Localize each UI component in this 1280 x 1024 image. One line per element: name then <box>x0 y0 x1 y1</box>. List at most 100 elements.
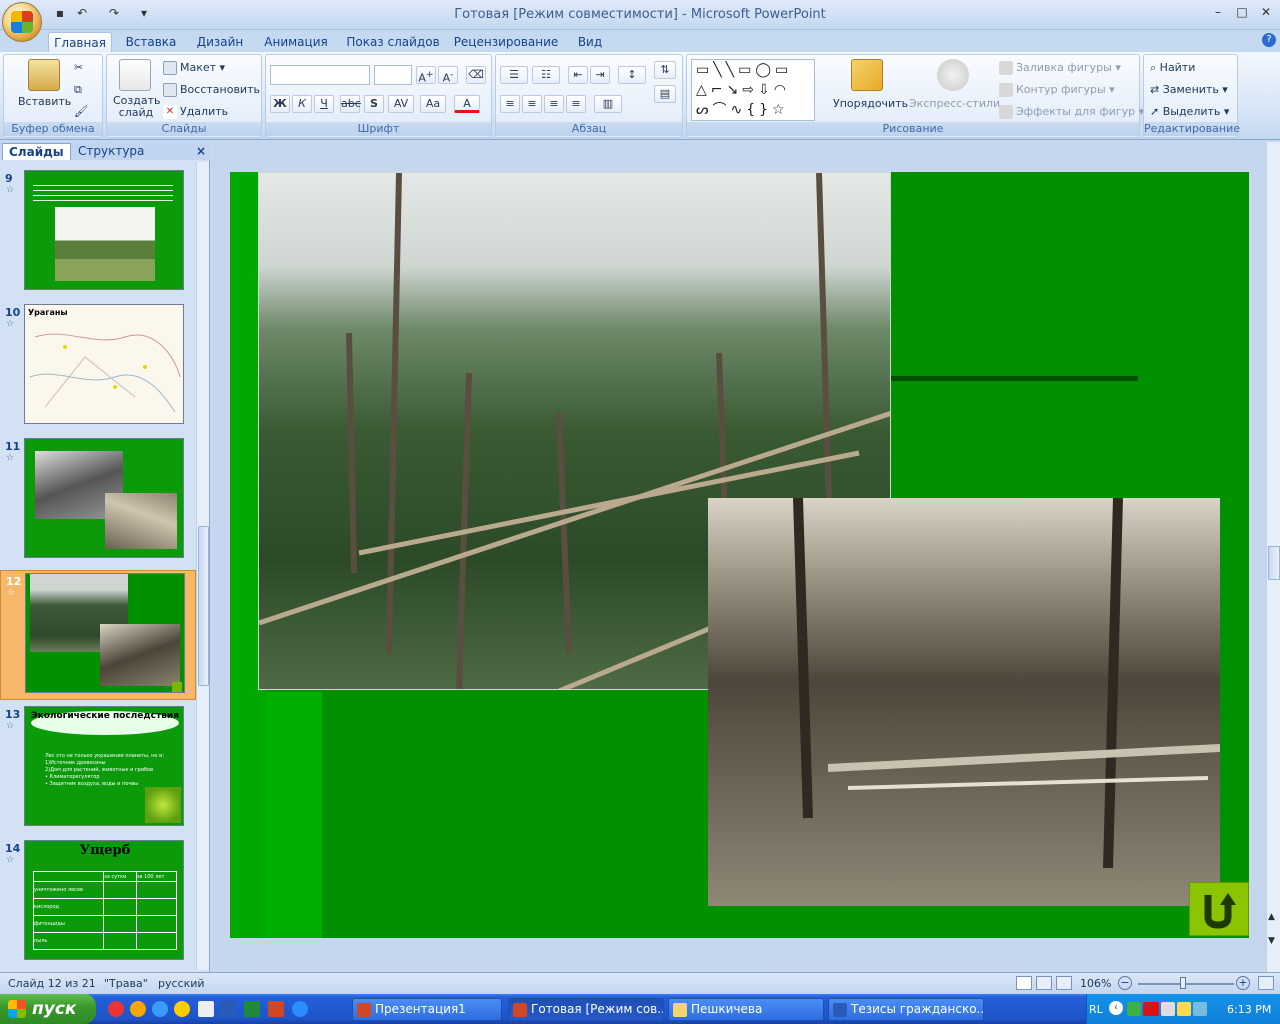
clock[interactable]: 6:13 PM <box>1227 1003 1271 1016</box>
volume-icon[interactable] <box>1177 1002 1191 1016</box>
undo-icon[interactable]: ↶ <box>74 5 90 21</box>
taskbar-item-folder[interactable]: Пешкичева <box>668 998 824 1021</box>
underline-button[interactable]: Ч <box>314 95 334 113</box>
zoom-slider[interactable] <box>1138 983 1234 985</box>
taskbar-item-gotovaya[interactable]: Готовая [Режим сов... <box>508 998 664 1021</box>
language-indicator[interactable]: русский <box>158 977 205 990</box>
zoom-level[interactable]: 106% <box>1080 977 1111 990</box>
reset-button[interactable]: Восстановить <box>163 83 260 97</box>
change-case-button[interactable]: Aa <box>420 95 446 113</box>
align-center-icon[interactable]: ≡ <box>522 95 542 113</box>
pane-close-icon[interactable]: × <box>190 143 212 160</box>
justify-icon[interactable]: ≡ <box>566 95 586 113</box>
align-right-icon[interactable]: ≡ <box>544 95 564 113</box>
bullets-icon[interactable]: ☰ <box>500 66 528 84</box>
tab-slideshow[interactable]: Показ слайдов <box>344 32 442 52</box>
format-painter-icon[interactable]: 🖌 <box>74 105 88 118</box>
grow-font-icon[interactable]: A+ <box>416 66 436 85</box>
clear-format-icon[interactable]: ⌫ <box>466 66 486 84</box>
quick-styles-button[interactable]: Экспресс-стили <box>909 97 1000 110</box>
select-button[interactable]: ➚ Выделить ▾ <box>1150 105 1229 118</box>
slide-thumbnail-11[interactable]: 11 ☆ <box>0 436 196 566</box>
arrange-button[interactable]: Упорядочить <box>833 97 908 110</box>
zoom-slider-handle[interactable] <box>1180 977 1186 989</box>
taskbar-item-presentation1[interactable]: Презентация1 <box>352 998 502 1021</box>
slide-thumbnail-10[interactable]: 10 ☆ Ураганы <box>0 302 196 432</box>
increase-indent-icon[interactable]: ⇥ <box>590 66 610 84</box>
slide-thumbnail-13[interactable]: 13 ☆ Экологические последствия Лес это н… <box>0 704 196 834</box>
normal-view-icon[interactable] <box>1016 976 1032 990</box>
ie-icon[interactable] <box>152 1001 168 1017</box>
align-text-icon[interactable]: ▤ <box>654 85 676 103</box>
tab-outline[interactable]: Структура <box>72 143 150 160</box>
zoom-in-icon[interactable]: + <box>1236 976 1250 990</box>
slideshow-view-icon[interactable] <box>1056 976 1072 990</box>
delete-slide-button[interactable]: ✕ Удалить <box>163 105 228 119</box>
return-action-button[interactable] <box>1189 882 1249 936</box>
copy-icon[interactable]: ⧉ <box>74 83 82 97</box>
player-icon[interactable] <box>292 1001 308 1017</box>
redo-icon[interactable]: ↷ <box>106 5 122 21</box>
layout-button[interactable]: Макет ▾ <box>163 61 225 75</box>
save-icon[interactable]: ▪ <box>52 5 68 21</box>
shrink-font-icon[interactable]: A- <box>438 66 458 85</box>
tab-review[interactable]: Рецензирование <box>452 32 560 52</box>
desktop-icon[interactable] <box>198 1001 214 1017</box>
slide-thumbnail-9[interactable]: 9 ☆ <box>0 168 196 298</box>
fit-to-window-icon[interactable] <box>1258 976 1274 990</box>
tab-home[interactable]: Главная <box>48 32 112 52</box>
line-spacing-icon[interactable]: ↕ <box>618 66 646 84</box>
font-name-input[interactable] <box>270 65 370 85</box>
office-button[interactable] <box>2 2 42 42</box>
maximize-icon[interactable]: □ <box>1232 5 1252 21</box>
scrollbar-thumb[interactable] <box>198 526 209 686</box>
columns-icon[interactable]: ▥ <box>594 95 622 113</box>
taskbar-item-theses[interactable]: Тезисы гражданско... <box>828 998 984 1021</box>
strike-button[interactable]: abc <box>340 95 361 113</box>
cut-icon[interactable]: ✂ <box>74 61 83 74</box>
slide-thumbnail-12[interactable]: 12 ☆ <box>0 570 196 700</box>
tab-view[interactable]: Вид <box>570 32 610 52</box>
shape-effects-button[interactable]: Эффекты для фигур ▾ <box>999 105 1144 119</box>
next-slide-icon[interactable]: ▼ <box>1268 936 1275 946</box>
slide-thumbnail-14[interactable]: 14 ☆ Ущерб за сутки за 100 лет уничтожен… <box>0 838 196 968</box>
close-icon[interactable]: ✕ <box>1256 5 1276 21</box>
tab-design[interactable]: Дизайн <box>192 32 248 52</box>
tab-animation[interactable]: Анимация <box>258 32 334 52</box>
network-icon[interactable] <box>1161 1002 1175 1016</box>
tray-app-icon[interactable] <box>1127 1002 1141 1016</box>
media-icon[interactable] <box>174 1001 190 1017</box>
start-button[interactable]: пуск <box>0 994 96 1024</box>
shape-outline-button[interactable]: Контур фигуры ▾ <box>999 83 1115 97</box>
slides-pane-scrollbar[interactable] <box>196 162 209 970</box>
editor-scrollbar[interactable]: ▲ ▼ <box>1266 142 1280 972</box>
editor-scrollbar-thumb[interactable] <box>1268 546 1280 580</box>
current-slide[interactable] <box>230 172 1249 938</box>
prev-slide-icon[interactable]: ▲ <box>1268 912 1275 922</box>
new-slide-button[interactable]: Создать слайд <box>113 95 161 119</box>
tray-expand-icon[interactable]: ‹ <box>1109 1001 1123 1015</box>
shape-fill-button[interactable]: Заливка фигуры ▾ <box>999 61 1121 75</box>
decrease-indent-icon[interactable]: ⇤ <box>568 66 588 84</box>
tab-slides[interactable]: Слайды <box>2 143 71 160</box>
quicklaunch-icon[interactable] <box>130 1001 146 1017</box>
italic-button[interactable]: К <box>292 95 312 113</box>
align-left-icon[interactable]: ≡ <box>500 95 520 113</box>
bw-fallen-trees-photo[interactable] <box>708 498 1220 906</box>
find-button[interactable]: ⌕ Найти <box>1150 61 1195 75</box>
minimize-icon[interactable]: – <box>1208 5 1228 21</box>
font-color-button[interactable]: A <box>454 95 480 113</box>
ati-icon[interactable] <box>1143 1002 1159 1016</box>
numbering-icon[interactable]: ☷ <box>532 66 560 84</box>
powerpoint-icon[interactable] <box>268 1001 284 1017</box>
opera-icon[interactable] <box>108 1001 124 1017</box>
excel-icon[interactable] <box>244 1001 260 1017</box>
char-spacing-button[interactable]: AV <box>388 95 414 113</box>
text-direction-icon[interactable]: ⇅ <box>654 61 676 79</box>
qat-menu-icon[interactable]: ▾ <box>136 5 152 21</box>
shapes-gallery[interactable]: ▭╲╲▭◯▭ △⌐↘⇨⇩◠ ᔕ⌒∿{}☆ <box>691 59 815 121</box>
font-size-input[interactable] <box>374 65 412 85</box>
security-icon[interactable] <box>1193 1002 1207 1016</box>
shadow-button[interactable]: S <box>364 95 384 113</box>
bold-button[interactable]: Ж <box>270 95 290 113</box>
